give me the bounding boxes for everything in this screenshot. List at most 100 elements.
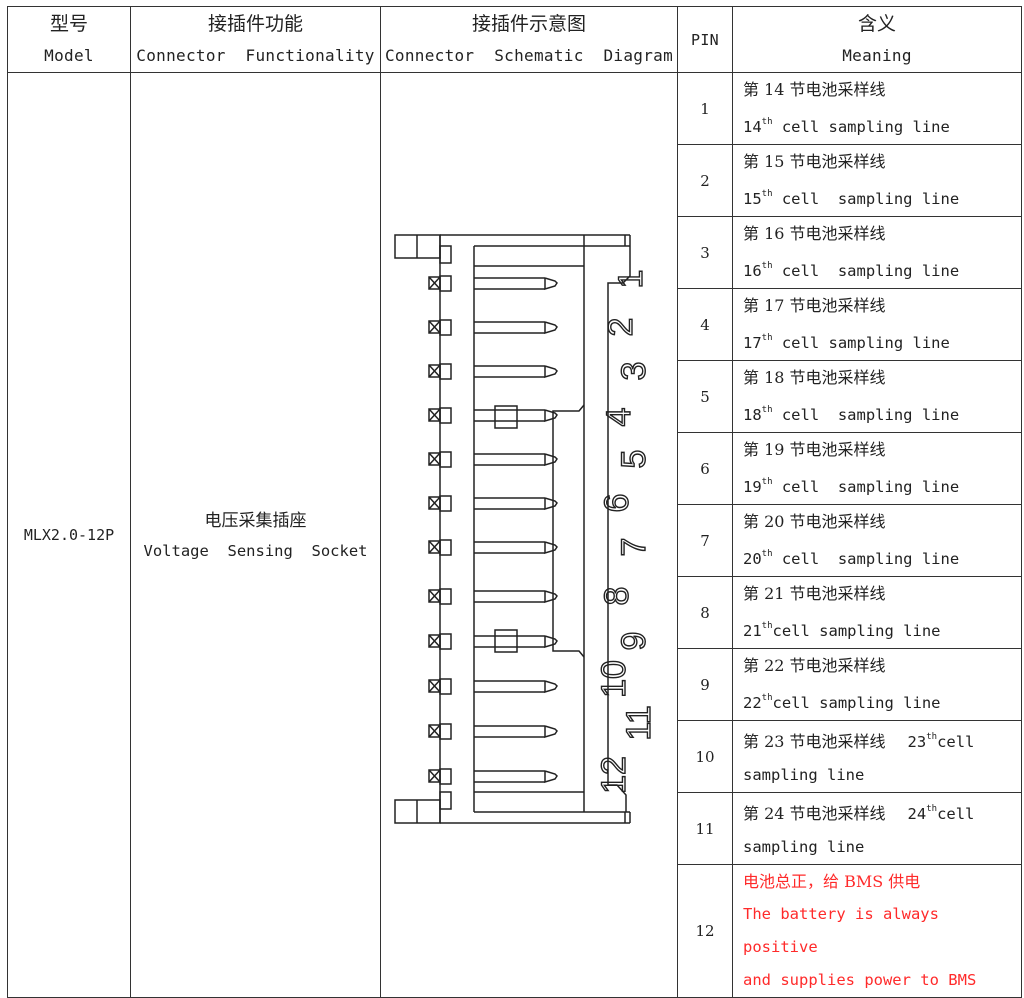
pin-meaning-en: cell (937, 805, 975, 823)
pin-meaning-zh: 第 15 节电池采样线 (743, 152, 886, 171)
pin-stub-10 (439, 678, 452, 695)
cell-number: 15 (743, 190, 762, 208)
header-diagram: 接插件示意图 Connector Schematic Diagram (380, 6, 678, 73)
pin-stub-9 (439, 633, 452, 650)
pin-number-cell: 7 (677, 504, 733, 577)
pin-meaning-en-line1: The battery is always positive (743, 905, 939, 956)
pin-meaning-cell: 第 22 节电池采样线 22thcell sampling line (732, 648, 1022, 721)
pin-meaning-en-line2: sampling line (743, 838, 865, 856)
header-pin: PIN (677, 6, 733, 73)
pin-number-cell: 11 (677, 792, 733, 865)
cell-number: 23 (907, 733, 927, 751)
pin-number-cell: 2 (677, 144, 733, 217)
pin-number: 9 (700, 675, 710, 694)
header-meaning-zh: 含义 (857, 12, 896, 35)
pin-number-cell: 5 (677, 360, 733, 433)
pin-label-3: 3 (615, 362, 653, 381)
pin-stub-2 (439, 319, 452, 336)
pin-meaning-zh: 第 16 节电池采样线 (743, 224, 886, 243)
pin-tip-6 (544, 497, 558, 511)
pin-meaning-cell: 第 21 节电池采样线 21thcell sampling line (732, 576, 1022, 649)
pin-number-cell: 12 (677, 864, 733, 998)
connector-schematic: 123456789101112 (394, 234, 659, 824)
pin-stub-3 (439, 363, 452, 380)
pin-number-cell: 9 (677, 648, 733, 721)
pin-meaning-cell: 第 16 节电池采样线 16th cell sampling line (732, 216, 1022, 289)
header-meaning: 含义 Meaning (732, 6, 1022, 73)
header-model: 型号 Model (7, 6, 131, 73)
pin-meaning-en: cell sampling line (772, 550, 960, 568)
header-diagram-en: Connector Schematic Diagram (384, 45, 674, 65)
pin-meaning-cell: 第 17 节电池采样线 17th cell sampling line (732, 288, 1022, 361)
pin-meaning-zh: 第 20 节电池采样线 (743, 512, 886, 531)
pin-number: 2 (700, 171, 710, 190)
table-row: MLX2.0-12P 电压采集插座 Voltage Sensing Socket 1 2… (7, 72, 1022, 998)
connector-spec-table: 型号 Model 接插件功能 Connector Functionality 接… (7, 6, 1022, 998)
pin-tip-12 (544, 770, 558, 784)
pin-number-cell: 4 (677, 288, 733, 361)
ordinal-suffix: th (761, 405, 773, 415)
function-cell: 电压采集插座 Voltage Sensing Socket (130, 72, 381, 998)
header-function: 接插件功能 Connector Functionality (130, 6, 381, 73)
bottom-latch-tab (439, 791, 452, 810)
middle-profile (552, 404, 585, 658)
top-latch-tab (439, 245, 452, 264)
pin-label-10: 10 (595, 660, 633, 698)
pin-meaning-zh: 第 22 节电池采样线 (743, 656, 886, 675)
pin-stub-7 (439, 539, 452, 556)
pin-stub-5 (439, 451, 452, 468)
pin-meaning-en: cell sampling line (772, 262, 960, 280)
ordinal-suffix: th (926, 732, 938, 742)
pin-stub-1 (439, 275, 452, 292)
pin-number: 7 (700, 531, 710, 550)
ordinal-suffix: th (761, 621, 773, 631)
pin-stub-11 (439, 723, 452, 740)
pin-tip-11 (544, 725, 558, 739)
header-pin-label: PIN (691, 30, 719, 49)
pin-label-6: 6 (598, 494, 636, 513)
cell-number: 21 (743, 622, 762, 640)
pin-meaning-cell: 第 20 节电池采样线 20th cell sampling line (732, 504, 1022, 577)
cell-number: 22 (743, 694, 762, 712)
ordinal-suffix: th (761, 477, 773, 487)
pin-meaning-zh: 第 18 节电池采样线 (743, 368, 886, 387)
header-meaning-en: Meaning (842, 45, 912, 65)
header-row: 型号 Model 接插件功能 Connector Functionality 接… (7, 6, 1022, 73)
header-model-en: Model (44, 45, 94, 65)
pin-stub-4 (439, 407, 452, 424)
pin-number: 4 (700, 315, 710, 334)
pin-number: 5 (700, 387, 710, 406)
pin-label-7: 7 (615, 538, 653, 557)
pin-tip-7 (544, 541, 558, 555)
pin-label-8: 8 (598, 587, 636, 606)
pin-meaning-zh: 第 21 节电池采样线 (743, 584, 886, 603)
pin-meaning-en: cell sampling line (772, 118, 950, 136)
pin-meaning-en: cell sampling line (772, 406, 960, 424)
pin-label-9: 9 (615, 632, 653, 651)
function-zh: 电压采集插座 (204, 511, 307, 531)
pin-meaning-zh: 第 14 节电池采样线 (743, 80, 886, 99)
pin-stub-6 (439, 495, 452, 512)
pin-number-cell: 6 (677, 432, 733, 505)
polarization-block (494, 629, 518, 653)
cell-number: 17 (743, 334, 762, 352)
pin-meaning-cell: 电池总正，给 BMS 供电 The battery is always posit… (732, 864, 1022, 998)
pin-label-12: 12 (595, 756, 633, 794)
pin-meaning-cell: 第 24 节电池采样线 24thcell sampling line (732, 792, 1022, 865)
pin-label-11: 11 (620, 705, 658, 740)
header-diagram-zh: 接插件示意图 (471, 12, 586, 35)
ordinal-suffix: th (761, 189, 773, 199)
function-en: Voltage Sensing Socket (143, 542, 368, 560)
pin-number: 8 (700, 603, 710, 622)
cell-number: 24 (907, 805, 927, 823)
cell-number: 19 (743, 478, 762, 496)
ordinal-suffix: th (761, 693, 773, 703)
pin-meaning-cell: 第 23 节电池采样线 23thcell sampling line (732, 720, 1022, 793)
pin-tip-10 (544, 680, 558, 694)
cell-number: 14 (743, 118, 762, 136)
pin-tip-9 (544, 635, 558, 649)
ordinal-suffix: th (761, 261, 773, 271)
pin-meaning-zh: 第 19 节电池采样线 (743, 440, 886, 459)
pin-meaning-zh: 第 17 节电池采样线 (743, 296, 886, 315)
pin-meaning-en: cell sampling line (772, 334, 950, 352)
